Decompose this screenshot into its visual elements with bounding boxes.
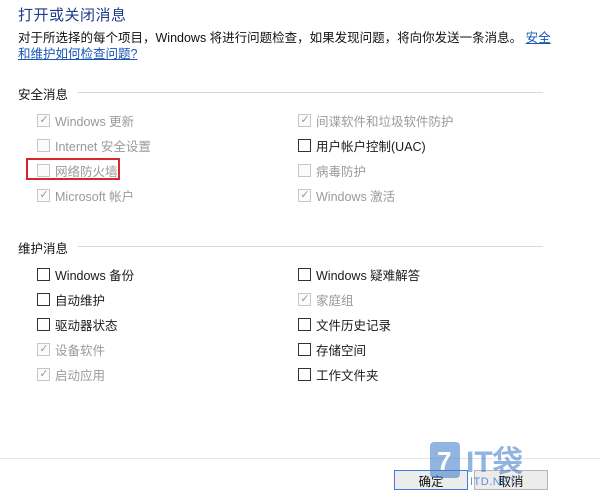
security-option-5: 病毒防护 (298, 161, 366, 179)
checkbox[interactable] (298, 342, 311, 356)
option-label: 文件历史记录 (316, 318, 392, 333)
maintenance-section-label: 维护消息 (18, 242, 69, 256)
checkbox[interactable] (37, 267, 50, 281)
watermark-logo-text: IT袋 (466, 446, 523, 479)
checkbox: ✓ (37, 188, 50, 202)
checkbox[interactable] (298, 317, 311, 331)
maintenance-option-1[interactable]: Windows 疑难解答 (298, 265, 420, 283)
maintenance-option-0[interactable]: Windows 备份 (37, 265, 134, 283)
checkbox: ✓ (298, 188, 311, 202)
checkbox (298, 163, 311, 177)
check-icon: ✓ (39, 367, 49, 380)
checkbox (37, 138, 50, 152)
checkbox[interactable] (298, 267, 311, 281)
checkbox[interactable] (298, 138, 311, 152)
highlight-box (26, 158, 120, 180)
security-option-1: ✓ 间谍软件和垃圾软件防护 (298, 111, 454, 129)
option-label: 病毒防护 (316, 164, 367, 179)
check-icon: ✓ (39, 113, 49, 126)
maintenance-option-3: ✓ 家庭组 (298, 290, 354, 308)
checkbox[interactable] (37, 317, 50, 331)
maintenance-option-9[interactable]: 工作文件夹 (298, 365, 379, 383)
option-label: Windows 激活 (316, 189, 396, 204)
page-description: 对于所选择的每个项目，Windows 将进行问题检查，如果发现问题，将向你发送一… (18, 30, 558, 62)
check-icon: ✓ (300, 292, 310, 305)
checkbox: ✓ (298, 292, 311, 306)
page-title: 打开或关闭消息 (18, 7, 127, 24)
security-option-7: ✓ Windows 激活 (298, 186, 395, 204)
maintenance-option-6: ✓ 设备软件 (37, 340, 105, 358)
security-section-label: 安全消息 (18, 88, 69, 102)
option-label: Internet 安全设置 (55, 139, 151, 154)
check-icon: ✓ (39, 342, 49, 355)
security-divider (78, 92, 543, 93)
svg-text:7: 7 (437, 446, 451, 476)
maintenance-divider (78, 246, 543, 247)
option-label: 家庭组 (316, 293, 354, 308)
checkbox: ✓ (298, 113, 311, 127)
check-icon: ✓ (39, 188, 49, 201)
maintenance-option-4[interactable]: 驱动器状态 (37, 315, 118, 333)
option-label: Windows 疑难解答 (316, 268, 421, 283)
option-label: 自动维护 (55, 293, 106, 308)
maintenance-option-7[interactable]: 存储空间 (298, 340, 366, 358)
watermark-site-text: ITD.NET (470, 476, 517, 488)
security-option-0: ✓ Windows 更新 (37, 111, 134, 129)
option-label: 用户帐户控制(UAC) (316, 139, 426, 154)
security-option-6: ✓ Microsoft 帐户 (37, 186, 134, 204)
checkbox: ✓ (37, 367, 50, 381)
maintenance-option-5[interactable]: 文件历史记录 (298, 315, 391, 333)
option-label: 启动应用 (55, 368, 106, 383)
security-option-3[interactable]: 用户帐户控制(UAC) (298, 136, 426, 154)
description-text: 对于所选择的每个项目，Windows 将进行问题检查，如果发现问题，将向你发送一… (18, 31, 523, 45)
option-label: 设备软件 (55, 343, 106, 358)
maintenance-option-8: ✓ 启动应用 (37, 365, 105, 383)
option-label: 工作文件夹 (316, 368, 379, 383)
option-label: Windows 备份 (55, 268, 135, 283)
option-label: 间谍软件和垃圾软件防护 (316, 114, 454, 129)
option-label: Microsoft 帐户 (55, 189, 135, 204)
option-label: 存储空间 (316, 343, 367, 358)
option-label: 驱动器状态 (55, 318, 118, 333)
check-icon: ✓ (300, 188, 310, 201)
check-icon: ✓ (300, 113, 310, 126)
checkbox: ✓ (37, 342, 50, 356)
security-option-2: Internet 安全设置 (37, 136, 151, 154)
checkbox[interactable] (298, 367, 311, 381)
checkbox[interactable] (37, 292, 50, 306)
checkbox: ✓ (37, 113, 50, 127)
option-label: Windows 更新 (55, 114, 135, 129)
maintenance-option-2[interactable]: 自动维护 (37, 290, 105, 308)
